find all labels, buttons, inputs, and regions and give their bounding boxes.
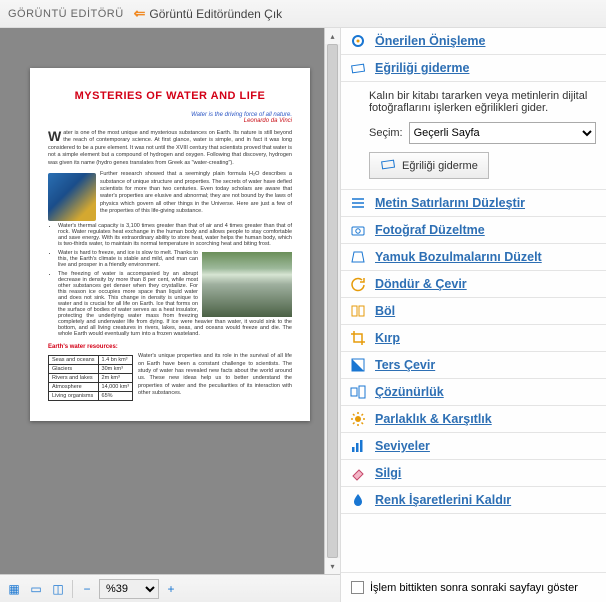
doc-quote: Water is the driving force of all nature… xyxy=(48,112,292,124)
deskew-panel: Kalın bir kitabı tararken veya metinleri… xyxy=(341,82,606,190)
tool-photo-correction[interactable]: Fotoğraf Düzeltme xyxy=(341,217,606,244)
doc-image-orange xyxy=(48,173,96,221)
tool-brightness-contrast[interactable]: Parlaklık & Karşıtlık xyxy=(341,406,606,433)
tool-deskew[interactable]: Eğriliği giderme xyxy=(341,55,606,82)
zoom-select[interactable]: %39 xyxy=(99,579,159,599)
fit-page-icon[interactable]: ▦ xyxy=(4,579,24,599)
tool-remove-color-marks[interactable]: Renk İşaretlerini Kaldır xyxy=(341,487,606,514)
camera-icon xyxy=(349,221,367,239)
scroll-thumb[interactable] xyxy=(327,44,338,558)
zoom-in-button[interactable]: + xyxy=(161,579,181,599)
rotate-icon xyxy=(349,275,367,293)
bottom-toolbar: ▦ ▭ ◫ − %39 + xyxy=(0,574,340,602)
document-preview: MYSTERIES OF WATER AND LIFE Water is the… xyxy=(30,68,310,421)
trapezoid-icon xyxy=(349,248,367,266)
doc-image-waterfall xyxy=(202,252,292,317)
tools-panel: Önerilen Önişleme Eğriliği giderme Kalın… xyxy=(340,28,606,602)
app-title: GÖRÜNTÜ EDİTÖRÜ xyxy=(8,8,124,20)
gear-sparkle-icon xyxy=(349,32,367,50)
scroll-up-arrow[interactable]: ▴ xyxy=(325,28,340,44)
apply-deskew-button[interactable]: Eğriliği giderme xyxy=(369,152,489,179)
scroll-down-arrow[interactable]: ▾ xyxy=(325,558,340,574)
tool-crop[interactable]: Kırp xyxy=(341,325,606,352)
ink-drop-icon xyxy=(349,491,367,509)
tool-rotate-flip[interactable]: Döndür & Çevir xyxy=(341,271,606,298)
tool-levels[interactable]: Seviyeler xyxy=(341,433,606,460)
preview-pane: ▴ ▾ MYSTERIES OF WATER AND LIFE Water is… xyxy=(0,28,340,602)
arrow-left-icon: ⇐ xyxy=(134,5,146,22)
brightness-icon xyxy=(349,410,367,428)
vertical-scrollbar[interactable]: ▴ ▾ xyxy=(324,28,340,574)
tool-straighten-lines[interactable]: Metin Satırlarını Düzleştir xyxy=(341,190,606,217)
fit-width-icon[interactable]: ▭ xyxy=(26,579,46,599)
resolution-icon xyxy=(349,383,367,401)
tool-recommended-preprocessing[interactable]: Önerilen Önişleme xyxy=(341,28,606,55)
doc-bullets: Water's thermal capacity is 3,100 times … xyxy=(48,223,292,337)
deskew-icon xyxy=(349,59,367,77)
show-next-page-checkbox[interactable] xyxy=(351,581,364,594)
show-next-page-label: İşlem bittikten sonra sonraki sayfayı gö… xyxy=(370,582,578,594)
invert-icon xyxy=(349,356,367,374)
tool-invert[interactable]: Ters Çevir xyxy=(341,352,606,379)
tool-resolution[interactable]: Çözünürlük xyxy=(341,379,606,406)
crop-icon xyxy=(349,329,367,347)
exit-label: Görüntü Editöründen Çık xyxy=(149,7,282,21)
doc-title: MYSTERIES OF WATER AND LIFE xyxy=(48,90,292,102)
panel-footer: İşlem bittikten sonra sonraki sayfayı gö… xyxy=(341,572,606,602)
tool-eraser[interactable]: Silgi xyxy=(341,460,606,487)
tool-correct-trapezoid[interactable]: Yamuk Bozulmalarını Düzelt xyxy=(341,244,606,271)
split-icon xyxy=(349,302,367,320)
doc-section-heading: Earth's water resources: xyxy=(48,344,292,350)
doc-table: Seas and oceans1.4 bn km³ Glaciers30m km… xyxy=(48,355,133,401)
exit-image-editor-button[interactable]: ⇐ Görüntü Editöründen Çık xyxy=(134,5,282,22)
selection-dropdown[interactable]: Geçerli Sayfa xyxy=(409,122,596,144)
top-bar: GÖRÜNTÜ EDİTÖRÜ ⇐ Görüntü Editöründen Çı… xyxy=(0,0,606,28)
zoom-out-button[interactable]: − xyxy=(77,579,97,599)
eraser-icon xyxy=(349,464,367,482)
selection-label: Seçim: xyxy=(369,127,403,139)
levels-icon xyxy=(349,437,367,455)
straighten-lines-icon xyxy=(349,194,367,212)
doc-para-1: Water is one of the most unique and myst… xyxy=(48,130,292,167)
deskew-description: Kalın bir kitabı tararken veya metinleri… xyxy=(369,90,596,114)
deskew-icon xyxy=(380,156,396,175)
tool-split[interactable]: Böl xyxy=(341,298,606,325)
facing-pages-icon[interactable]: ◫ xyxy=(48,579,68,599)
